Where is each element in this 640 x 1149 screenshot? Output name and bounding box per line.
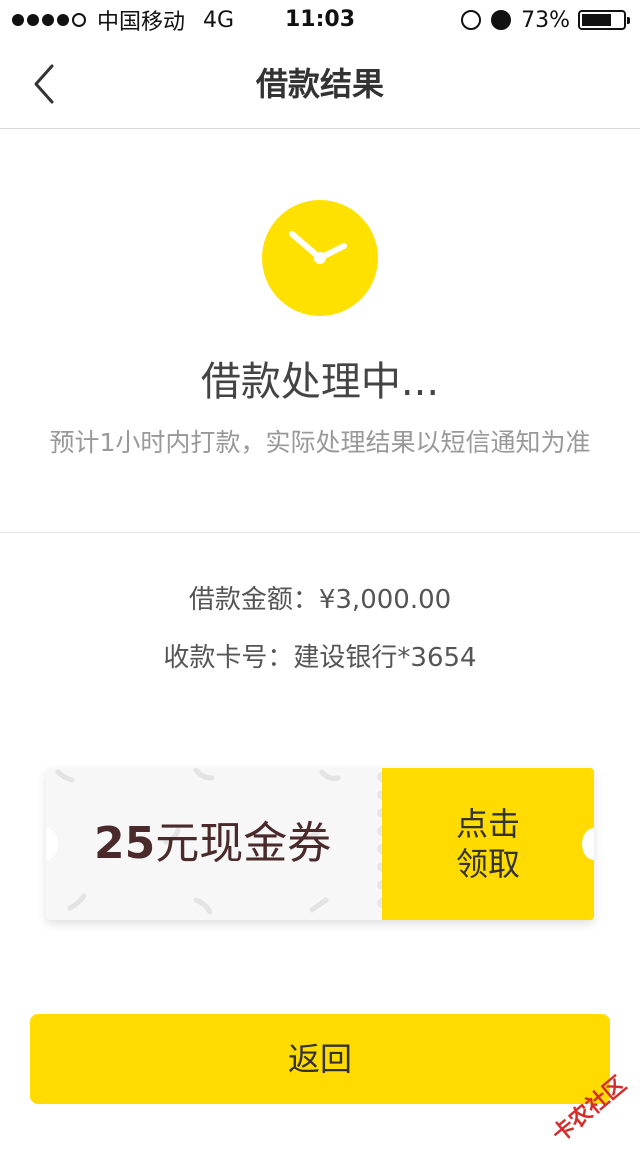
page-title: 借款结果	[255, 65, 384, 103]
coupon-card: 25元现金券 点击 领取	[46, 768, 594, 920]
card-number-value: 建设银行*3654	[293, 643, 477, 673]
battery-icon	[578, 10, 630, 30]
loan-amount-value: ¥3,000.00	[318, 585, 452, 615]
return-button[interactable]: 返回	[30, 1014, 610, 1104]
coupon-body: 25元现金券	[46, 768, 382, 920]
loan-amount-row: 借款金额：¥3,000.00	[0, 582, 640, 618]
divider	[0, 532, 640, 533]
status-bar: 中国移动 4G 11:03 73%	[0, 0, 640, 40]
status-title: 借款处理中...	[200, 359, 440, 405]
coupon-amount: 25元现金券	[94, 814, 331, 874]
claim-label-line2: 领取	[455, 845, 520, 883]
coupon-amount-number: 25	[94, 818, 156, 869]
battery-percent: 73%	[521, 7, 570, 33]
card-number-label: 收款卡号：	[163, 643, 294, 673]
card-number-row: 收款卡号：建设银行*3654	[0, 640, 640, 676]
claim-coupon-button[interactable]: 点击 领取	[382, 768, 594, 920]
loan-amount-label: 借款金额：	[188, 585, 319, 615]
status-bar-right: 73%	[461, 6, 630, 34]
clock-icon	[262, 200, 378, 316]
rotation-lock-icon	[461, 10, 482, 30]
claim-label-line1: 点击	[455, 805, 520, 843]
status-description: 预计1小时内打款，实际处理结果以短信通知为准	[49, 428, 591, 457]
coupon-amount-text: 元现金券	[155, 818, 332, 869]
alarm-icon	[491, 10, 512, 30]
claim-label: 点击 领取	[382, 804, 594, 884]
nav-bar: 借款结果	[0, 40, 640, 129]
